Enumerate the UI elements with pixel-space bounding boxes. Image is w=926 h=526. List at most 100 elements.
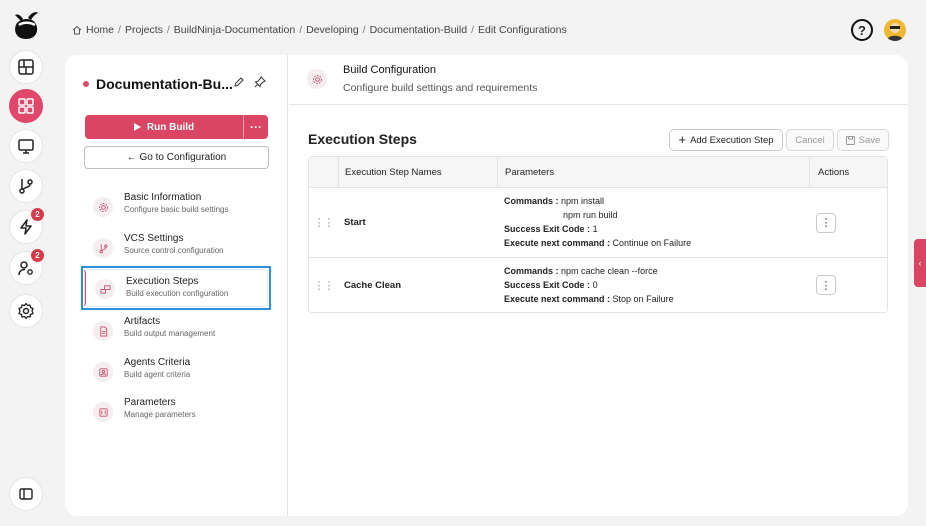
nav-label: Agents Criteria: [124, 357, 191, 368]
nav-artifacts[interactable]: Artifacts Build output management: [81, 310, 271, 352]
command-value: npm install: [561, 196, 605, 206]
breadcrumb-separator: /: [299, 24, 303, 36]
monitor-icon: [18, 139, 34, 154]
nav-parameters[interactable]: Parameters Manage parameters: [81, 391, 271, 433]
vcs-nav-button[interactable]: [9, 169, 43, 203]
gear-icon: [307, 69, 327, 89]
chevron-left-icon: ‹: [918, 258, 922, 268]
param-label: Execute next command :: [504, 294, 611, 304]
add-execution-step-button[interactable]: + Add Execution Step: [669, 129, 783, 151]
exit-code-value: 1: [592, 224, 598, 234]
breadcrumb-build[interactable]: Documentation-Build: [370, 24, 467, 36]
save-button[interactable]: Save: [837, 129, 889, 151]
nav-subtitle: Manage parameters: [124, 410, 196, 419]
param-label: Commands :: [504, 266, 559, 276]
row-actions-button[interactable]: ⋮: [816, 275, 836, 295]
project-title: Documentation-Bu...: [83, 76, 233, 92]
gear-icon: [18, 302, 34, 320]
step-name: Start: [344, 217, 366, 228]
agents-badge: 2: [31, 249, 44, 262]
main-card: Documentation-Bu... Run Build ··· ← Go t…: [65, 55, 908, 516]
nav-execution-steps[interactable]: Execution Steps Build execution configura…: [81, 266, 271, 310]
column-header-parameters: Parameters: [497, 157, 809, 187]
header-title: Build Configuration: [343, 64, 436, 76]
settings-nav-button[interactable]: [9, 294, 43, 328]
save-icon: [845, 135, 855, 145]
grid-icon: [18, 98, 34, 114]
agents-nav-button[interactable]: 2: [9, 249, 44, 285]
breadcrumb-separator: /: [166, 24, 170, 36]
add-execution-step-label: Add Execution Step: [690, 134, 774, 146]
question-circle-icon: ?: [858, 22, 866, 38]
agent-icon: [93, 362, 113, 382]
breadcrumb-current: Edit Configurations: [477, 24, 567, 36]
breadcrumb-project[interactable]: BuildNinja-Documentation: [174, 24, 295, 36]
nav-agents-criteria[interactable]: Agents Criteria Build agent criteria: [81, 351, 271, 393]
dashboard-nav-button[interactable]: [9, 50, 43, 84]
nav-vcs-settings[interactable]: VCS Settings Source control configuration: [81, 227, 271, 269]
go-to-configuration-button[interactable]: ← Go to Configuration: [84, 146, 269, 169]
project-name: Documentation-Bu...: [96, 76, 233, 92]
monitor-nav-button[interactable]: [9, 129, 43, 163]
nav-label: Basic Information: [124, 192, 202, 203]
row-actions-button[interactable]: ⋮: [816, 212, 836, 233]
breadcrumb: Home / Projects / BuildNinja-Documentati…: [72, 24, 567, 36]
table-row: ⋮⋮ Start Commands : npm install npm run …: [309, 188, 887, 258]
builds-nav-button[interactable]: 2: [9, 208, 44, 244]
steps-icon: [95, 279, 115, 299]
run-build-main[interactable]: Run Build: [85, 115, 243, 139]
play-icon: [133, 123, 141, 131]
help-button[interactable]: ?: [851, 19, 873, 41]
builds-badge: 2: [31, 208, 44, 221]
user-gear-icon: [18, 261, 33, 276]
plus-icon: +: [678, 132, 687, 147]
kebab-menu-icon: ⋮: [820, 279, 832, 292]
nav-subtitle: Configure basic build settings: [124, 205, 229, 214]
nav-basic-information[interactable]: Basic Information Configure basic build s…: [81, 186, 271, 228]
layout-grid-icon: [18, 59, 34, 75]
save-label: Save: [858, 134, 881, 146]
collapse-sidebar-button[interactable]: [9, 477, 43, 511]
status-dot: [83, 81, 89, 87]
table-row: ⋮⋮ Cache Clean Commands : npm cache clea…: [309, 258, 887, 312]
step-name: Cache Clean: [344, 279, 402, 291]
drag-handle-icon[interactable]: ⋮⋮: [309, 258, 338, 312]
exit-code-value: 0: [592, 280, 598, 290]
execution-steps-table: Execution Step Names Parameters Actions …: [308, 156, 888, 313]
file-icon: [93, 321, 113, 341]
user-avatar-icon: [887, 23, 903, 41]
next-command-value: Continue on Failure: [612, 238, 692, 248]
section-title: Execution Steps: [308, 131, 417, 147]
sidebar-toggle-icon: [19, 488, 33, 500]
table-header: Execution Step Names Parameters Actions: [309, 157, 887, 188]
param-label: Execute next command :: [504, 238, 611, 248]
cancel-button[interactable]: Cancel: [786, 129, 834, 151]
user-avatar[interactable]: [884, 19, 906, 41]
step-parameters: Commands : npm cache clean --force Succe…: [497, 258, 809, 312]
kebab-menu-icon: ⋮: [820, 217, 832, 229]
projects-nav-button[interactable]: [9, 89, 43, 123]
ninja-logo-icon[interactable]: [11, 9, 41, 41]
gear-icon: [93, 197, 113, 217]
edit-icon[interactable]: [233, 76, 245, 88]
next-command-value: Stop on Failure: [612, 294, 674, 304]
home-icon: [72, 25, 82, 35]
side-panel-toggle[interactable]: ‹: [914, 239, 926, 287]
drag-handle-icon[interactable]: ⋮⋮: [309, 188, 338, 257]
git-branch-icon: [93, 238, 113, 258]
nav-label: VCS Settings: [124, 233, 184, 244]
run-build-button[interactable]: Run Build ···: [85, 115, 268, 139]
nav-label: Parameters: [124, 397, 176, 408]
lightning-icon: [20, 219, 32, 235]
command-value: npm cache clean --force: [561, 266, 658, 276]
nav-label: Artifacts: [124, 316, 161, 327]
command-value: npm run build: [563, 210, 618, 220]
breadcrumb-branch[interactable]: Developing: [306, 24, 359, 36]
breadcrumb-home[interactable]: Home: [86, 24, 114, 36]
run-build-more-button[interactable]: ···: [243, 115, 268, 139]
pin-icon[interactable]: [254, 76, 266, 88]
more-dots-icon: ···: [250, 120, 262, 134]
git-branch-icon: [19, 179, 33, 194]
nav-subtitle: Build agent criteria: [124, 370, 191, 379]
breadcrumb-projects[interactable]: Projects: [125, 24, 163, 36]
